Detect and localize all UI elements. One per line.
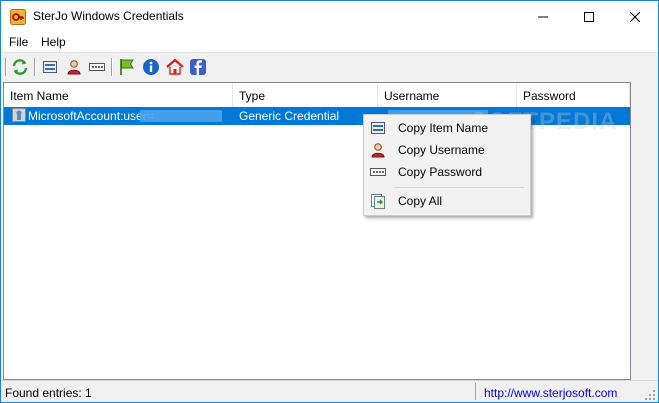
refresh-icon	[12, 59, 28, 75]
status-bar: Found entries: 1 http://www.sterjosoft.c…	[1, 380, 658, 402]
context-copy-password-label: Copy Password	[398, 165, 483, 179]
window-title: SterJo Windows Credentials	[33, 9, 184, 23]
flag-icon	[120, 59, 134, 75]
copy-password-button[interactable]	[87, 57, 107, 77]
home-icon	[166, 58, 184, 75]
maximize-button[interactable]	[566, 1, 612, 32]
refresh-button[interactable]	[10, 57, 30, 77]
column-header-item-name[interactable]: Item Name	[4, 83, 233, 107]
credential-icon	[12, 108, 26, 122]
key-app-icon	[10, 9, 26, 25]
user-icon	[370, 142, 386, 158]
context-copy-item-name[interactable]: Copy Item Name	[366, 117, 528, 139]
website-link[interactable]: http://www.sterjosoft.com	[484, 386, 617, 400]
copy-password-icon	[89, 63, 105, 71]
context-copy-all-label: Copy All	[398, 194, 443, 208]
cell-type: Generic Credential	[239, 109, 340, 123]
copy-username-button[interactable]	[64, 57, 84, 77]
app-window: SterJo Windows Credentials File Help Ite…	[0, 0, 659, 403]
column-header-type[interactable]: Type	[233, 83, 378, 107]
menu-bar: File Help	[1, 32, 658, 52]
column-header-password[interactable]: Password	[517, 83, 630, 107]
copy-item-name-icon	[370, 120, 386, 136]
context-copy-item-name-label: Copy Item Name	[398, 121, 489, 135]
menu-help[interactable]: Help	[41, 35, 66, 49]
maximize-icon	[584, 11, 594, 22]
context-menu: Copy Item Name Copy Username Copy Passwo…	[363, 114, 531, 216]
info-button[interactable]	[141, 57, 161, 77]
context-copy-username[interactable]: Copy Username	[366, 139, 528, 161]
toolbar-separator	[111, 58, 113, 76]
minimize-button[interactable]	[520, 1, 566, 32]
menu-file[interactable]: File	[9, 35, 28, 49]
copy-username-icon	[67, 60, 81, 75]
copy-item-name-button[interactable]	[40, 57, 60, 77]
close-button[interactable]	[612, 1, 658, 32]
close-icon	[630, 11, 640, 22]
context-menu-separator	[394, 187, 524, 188]
flag-button[interactable]	[117, 57, 137, 77]
found-entries-count: Found entries: 1	[5, 386, 92, 400]
title-bar[interactable]: SterJo Windows Credentials	[1, 1, 658, 32]
toolbar-separator	[34, 58, 36, 76]
toolbar-separator	[5, 58, 7, 76]
status-link-panel: http://www.sterjosoft.com	[475, 383, 617, 400]
context-copy-password[interactable]: Copy Password	[366, 161, 528, 183]
toolbar	[1, 52, 658, 81]
password-icon	[370, 164, 386, 180]
home-button[interactable]	[165, 57, 185, 77]
minimize-icon	[538, 16, 548, 17]
copy-all-icon	[370, 193, 386, 209]
resize-grip-icon[interactable]	[644, 389, 656, 401]
context-copy-all[interactable]: Copy All	[366, 190, 528, 212]
context-copy-username-label: Copy Username	[398, 143, 485, 157]
copy-item-name-icon	[43, 61, 57, 73]
info-icon	[143, 59, 159, 75]
list-header: Item Name Type Username Password	[4, 83, 630, 108]
redacted-text	[140, 110, 222, 122]
facebook-icon	[190, 59, 206, 75]
column-header-username[interactable]: Username	[378, 83, 517, 107]
facebook-button[interactable]	[188, 57, 208, 77]
